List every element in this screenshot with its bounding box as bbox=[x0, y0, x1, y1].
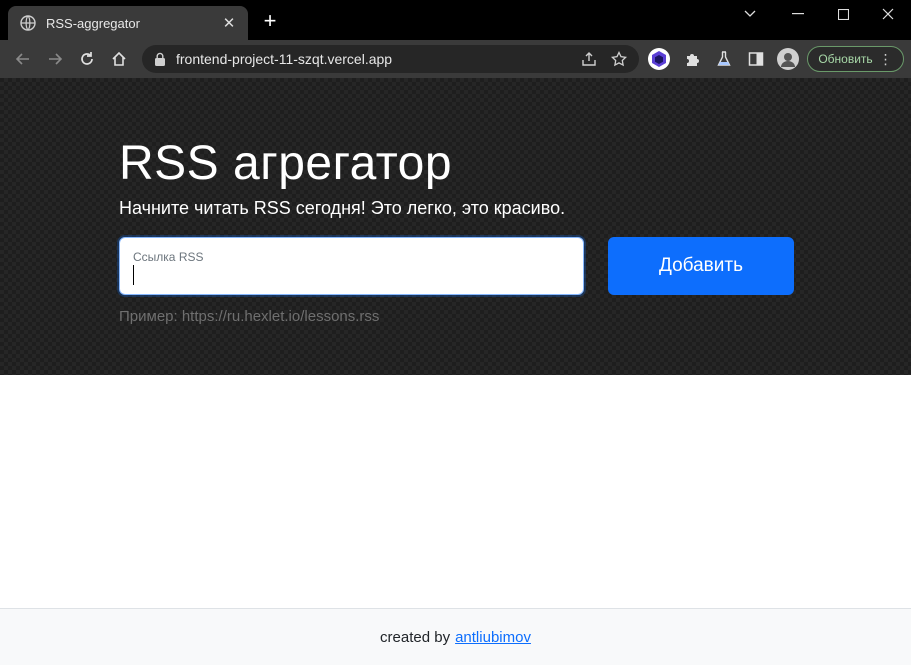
close-icon[interactable]: ✕ bbox=[218, 12, 240, 34]
forward-icon[interactable] bbox=[44, 48, 66, 70]
chevron-down-icon[interactable] bbox=[727, 0, 773, 28]
home-icon[interactable] bbox=[108, 48, 130, 70]
text-caret bbox=[133, 265, 134, 285]
puzzle-icon[interactable] bbox=[681, 48, 703, 70]
browser-toolbar: frontend-project-11-szqt.vercel.app Обно… bbox=[0, 40, 911, 78]
author-link[interactable]: antliubimov bbox=[455, 629, 531, 646]
example-hint: Пример: https://ru.hexlet.io/lessons.rss bbox=[119, 308, 380, 325]
profile-avatar-icon[interactable] bbox=[777, 48, 799, 70]
hero-section: RSS агрегатор Начните читать RSS сегодня… bbox=[0, 78, 911, 375]
address-bar[interactable]: frontend-project-11-szqt.vercel.app bbox=[142, 45, 639, 73]
back-icon[interactable] bbox=[12, 48, 34, 70]
star-icon[interactable] bbox=[609, 49, 629, 69]
tab-title: RSS-aggregator bbox=[46, 15, 140, 31]
update-label: Обновить bbox=[818, 52, 873, 66]
add-button[interactable]: Добавить bbox=[608, 237, 794, 295]
rss-url-input[interactable]: Ссылка RSS bbox=[119, 237, 584, 295]
url-text: frontend-project-11-szqt.vercel.app bbox=[176, 51, 393, 67]
browser-titlebar: RSS-aggregator ✕ + bbox=[0, 0, 911, 40]
minimize-icon[interactable] bbox=[775, 0, 821, 28]
more-vertical-icon: ⋮ bbox=[878, 50, 893, 67]
flask-icon[interactable] bbox=[713, 48, 735, 70]
extension-hexagon-icon[interactable] bbox=[648, 48, 670, 70]
hero-lead: Начните читать RSS сегодня! Это легко, э… bbox=[119, 198, 566, 218]
browser-tab[interactable]: RSS-aggregator ✕ bbox=[8, 6, 248, 40]
lock-icon[interactable] bbox=[154, 52, 166, 66]
plus-icon[interactable]: + bbox=[258, 10, 282, 34]
footer: created by antliubimov bbox=[0, 608, 911, 665]
page-title: RSS агрегатор bbox=[119, 137, 453, 190]
update-browser-button[interactable]: Обновить ⋮ bbox=[807, 46, 904, 72]
share-icon[interactable] bbox=[579, 49, 599, 69]
window-close-icon[interactable] bbox=[865, 0, 911, 28]
sidebar-icon[interactable] bbox=[745, 48, 767, 70]
globe-icon bbox=[20, 15, 36, 31]
rss-input-label: Ссылка RSS bbox=[133, 250, 204, 264]
maximize-icon[interactable] bbox=[820, 0, 866, 28]
footer-prefix: created by bbox=[380, 628, 451, 646]
reload-icon[interactable] bbox=[76, 48, 98, 70]
